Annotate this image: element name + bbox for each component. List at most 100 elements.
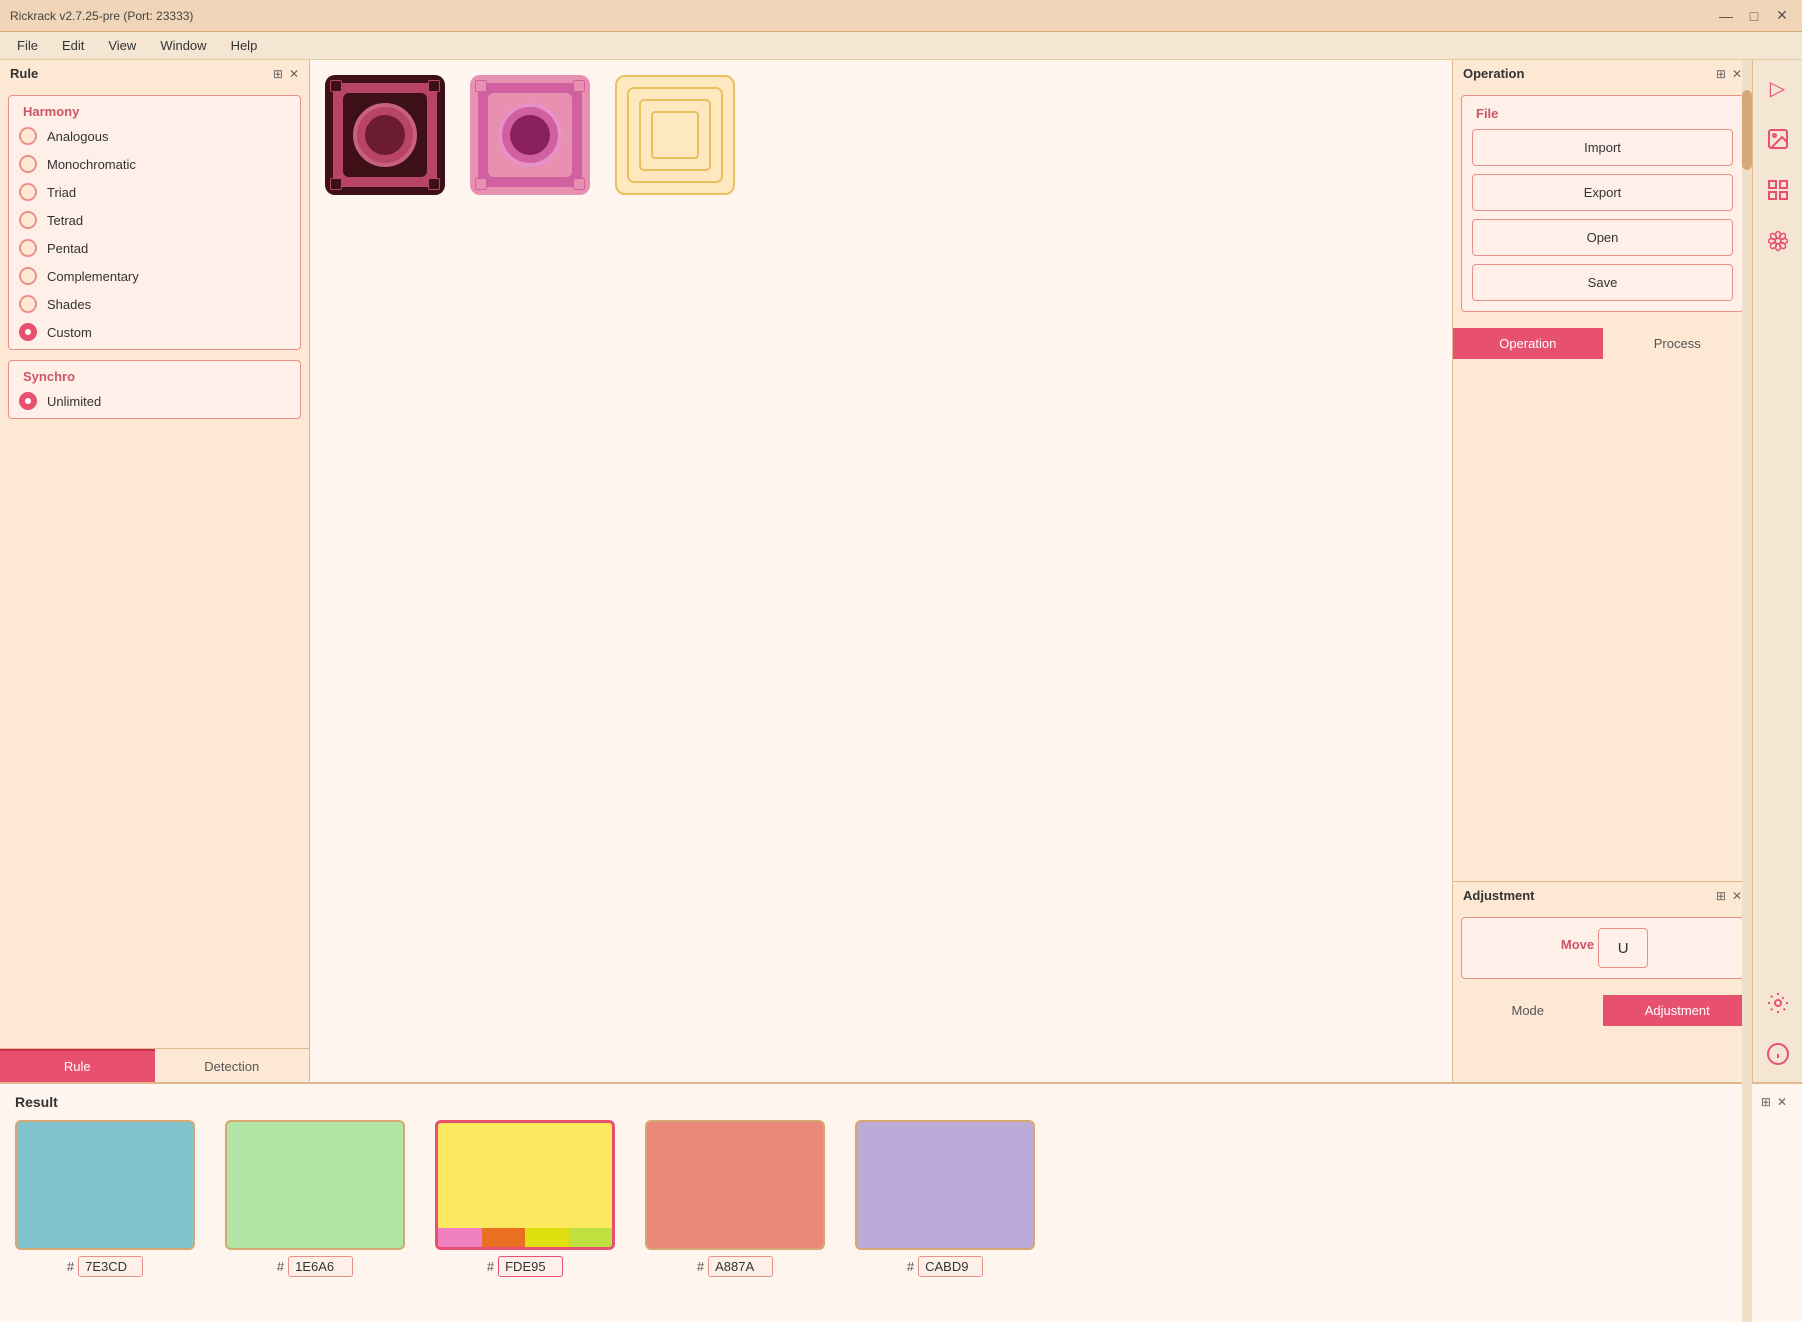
option-monochromatic[interactable]: Monochromatic [19,155,290,173]
adj-panel-icons: ⊞ ✕ [1716,889,1742,903]
option-analogous[interactable]: Analogous [19,127,290,145]
hex-input-5[interactable] [918,1256,983,1277]
option-tetrad[interactable]: Tetrad [19,211,290,229]
color-swatch-2[interactable] [225,1120,405,1250]
rule-panel-header: Rule ⊞ ✕ [0,60,309,87]
save-button[interactable]: Save [1472,264,1733,301]
tab-rule[interactable]: Rule [0,1049,155,1082]
option-triad[interactable]: Triad [19,183,290,201]
operation-panel-header: Operation ⊞ ✕ [1453,60,1752,87]
result-panel-pin[interactable]: ⊞ [1761,1095,1771,1109]
label-analogous: Analogous [47,129,108,144]
color-swatch-3[interactable] [435,1120,615,1250]
file-section-label: File [1472,106,1502,121]
tab-detection[interactable]: Detection [155,1049,310,1082]
rule-panel-close[interactable]: ✕ [289,67,299,81]
close-button[interactable]: ✕ [1772,6,1792,26]
radio-custom[interactable] [19,323,37,341]
color-card-5: # [855,1120,1035,1277]
gear-icon[interactable] [1760,985,1796,1021]
color-hex-5: # [907,1256,983,1277]
window-controls: — □ ✕ [1716,6,1792,26]
file-section: File Import Export Open Save [1461,95,1744,312]
option-shades[interactable]: Shades [19,295,290,313]
hex-input-3[interactable] [498,1256,563,1277]
swatch-3[interactable] [615,75,735,195]
info-icon[interactable] [1760,1036,1796,1072]
open-button[interactable]: Open [1472,219,1733,256]
adj-panel-close[interactable]: ✕ [1732,889,1742,903]
strip-2 [482,1228,526,1247]
color-swatch-1[interactable] [15,1120,195,1250]
radio-unlimited[interactable] [19,392,37,410]
color-card-1: # [15,1120,195,1277]
menu-help[interactable]: Help [219,34,270,57]
tab-process[interactable]: Process [1603,328,1753,359]
op-tab-bar: Operation Process [1453,328,1752,359]
rule-panel-title: Rule [10,66,38,81]
maximize-button[interactable]: □ [1744,6,1764,26]
main-scrollbar[interactable] [1742,60,1752,1322]
radio-triad[interactable] [19,183,37,201]
color-hex-1: # [67,1256,143,1277]
option-pentad[interactable]: Pentad [19,239,290,257]
radio-monochromatic[interactable] [19,155,37,173]
result-panel-close[interactable]: ✕ [1777,1095,1787,1109]
option-complementary[interactable]: Complementary [19,267,290,285]
adjustment-panel: Adjustment ⊞ ✕ Move U Mode Adjustment [1453,882,1752,1082]
radio-tetrad[interactable] [19,211,37,229]
color-card-3: # [435,1120,615,1277]
menu-view[interactable]: View [96,34,148,57]
scrollbar-thumb[interactable] [1742,90,1752,170]
adj-panel-header: Adjustment ⊞ ✕ [1453,882,1752,909]
op-panel-pin[interactable]: ⊞ [1716,67,1726,81]
grid-icon[interactable] [1760,172,1796,208]
image-icon[interactable] [1760,121,1796,157]
tab-mode[interactable]: Mode [1453,995,1603,1026]
swatch-1[interactable] [325,75,445,195]
minimize-button[interactable]: — [1716,6,1736,26]
palette-display [325,75,1437,195]
option-custom[interactable]: Custom [19,323,290,341]
flower-icon[interactable] [1760,223,1796,259]
adj-panel-pin[interactable]: ⊞ [1716,889,1726,903]
right-sidebar: ▷ [1752,60,1802,1082]
strip-1 [438,1228,482,1247]
color-card-4: # [645,1120,825,1277]
label-shades: Shades [47,297,91,312]
strip-4 [569,1228,613,1247]
rule-content: Harmony Analogous Monochromatic Triad [0,87,309,1048]
swatch-2[interactable] [470,75,590,195]
menu-file[interactable]: File [5,34,50,57]
color-swatch-5[interactable] [855,1120,1035,1250]
tab-adjustment[interactable]: Adjustment [1603,995,1753,1026]
export-button[interactable]: Export [1472,174,1733,211]
rule-panel-pin[interactable]: ⊞ [273,67,283,81]
radio-pentad[interactable] [19,239,37,257]
right-panel: Operation ⊞ ✕ File Import Export Open Sa… [1452,60,1752,1082]
hex-input-2[interactable] [288,1256,353,1277]
hex-input-1[interactable] [78,1256,143,1277]
center-content [310,60,1452,1082]
menu-edit[interactable]: Edit [50,34,96,57]
op-panel-close[interactable]: ✕ [1732,67,1742,81]
radio-complementary[interactable] [19,267,37,285]
import-button[interactable]: Import [1472,129,1733,166]
result-header: Result ⊞ ✕ [15,1094,1787,1110]
label-triad: Triad [47,185,76,200]
u-button[interactable]: U [1598,928,1648,968]
triangle-icon[interactable]: ▷ [1760,70,1796,106]
color-swatch-4[interactable] [645,1120,825,1250]
option-unlimited[interactable]: Unlimited [19,392,290,410]
multi-swatch-main [438,1123,612,1228]
tab-operation[interactable]: Operation [1453,328,1603,359]
radio-analogous[interactable] [19,127,37,145]
result-panel-icons: ⊞ ✕ [1761,1095,1787,1109]
move-label: Move [1557,937,1598,952]
menu-window[interactable]: Window [148,34,218,57]
adj-tab-bar: Mode Adjustment [1453,995,1752,1026]
hex-input-4[interactable] [708,1256,773,1277]
result-colors: # # # [15,1120,1787,1277]
radio-shades[interactable] [19,295,37,313]
app-title: Rickrack v2.7.25-pre (Port: 23333) [10,9,193,23]
